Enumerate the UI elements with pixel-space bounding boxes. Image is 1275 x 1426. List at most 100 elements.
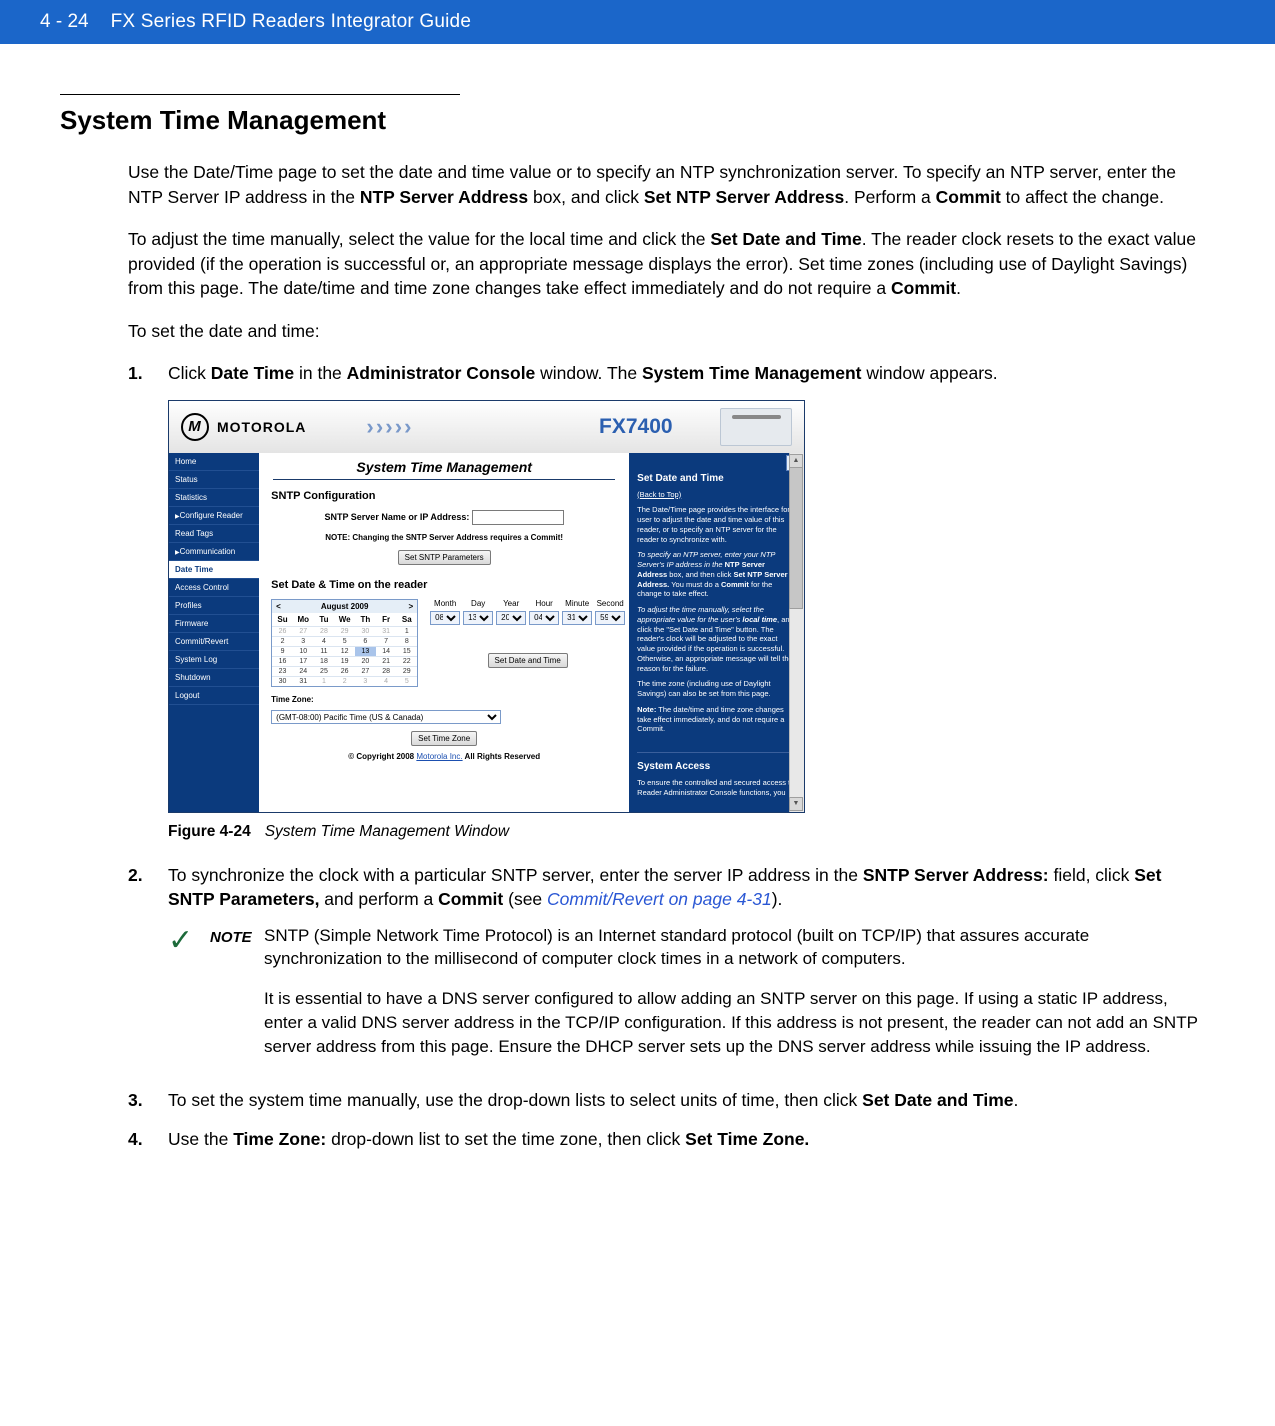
calendar-day[interactable]: 9 <box>272 646 293 656</box>
set-timezone-button[interactable]: Set Time Zone <box>411 731 477 746</box>
calendar-prev-icon[interactable]: < <box>276 602 281 611</box>
sntp-row: SNTP Server Name or IP Address: <box>259 510 629 525</box>
calendar-day[interactable]: 18 <box>314 656 335 666</box>
year-select[interactable]: 2009 <box>496 611 526 625</box>
calendar-day[interactable]: 31 <box>293 676 314 686</box>
nav-item-commit-revert[interactable]: Commit/Revert <box>169 633 259 651</box>
calendar-day[interactable]: 21 <box>376 656 397 666</box>
back-to-top-link[interactable]: (Back to Top) <box>637 490 681 499</box>
set-sntp-button[interactable]: Set SNTP Parameters <box>398 550 491 565</box>
minute-select[interactable]: 31 <box>562 611 592 625</box>
calendar-day[interactable]: 30 <box>355 626 376 636</box>
calendar-day[interactable]: 1 <box>396 626 417 636</box>
calendar-day[interactable]: 7 <box>376 636 397 646</box>
sntp-address-input[interactable] <box>472 510 564 525</box>
step-2: 2. To synchronize the clock with a parti… <box>128 863 1205 1075</box>
month-select[interactable]: 08 <box>430 611 460 625</box>
calendar-day[interactable]: 4 <box>376 676 397 686</box>
nav-item-communication[interactable]: Communication <box>169 543 259 561</box>
calendar-day[interactable]: 26 <box>272 626 293 636</box>
section-title: System Time Management <box>60 105 1205 136</box>
embedded-app-window: M MOTOROLA › › › › › FX7400 HomeStatusSt… <box>168 400 805 813</box>
calendar-day[interactable]: 2 <box>334 676 355 686</box>
calendar-day[interactable]: 27 <box>293 626 314 636</box>
calendar-day[interactable]: 6 <box>355 636 376 646</box>
nav-item-read-tags[interactable]: Read Tags <box>169 525 259 543</box>
help-sys-title: System Access <box>637 752 796 772</box>
calendar-day[interactable]: 15 <box>396 646 417 656</box>
calendar-day[interactable]: 20 <box>355 656 376 666</box>
intro-paragraph-2: To adjust the time manually, select the … <box>128 227 1205 301</box>
scroll-up-icon[interactable]: ▲ <box>789 454 803 468</box>
calendar-day[interactable]: 3 <box>355 676 376 686</box>
calendar-day[interactable]: 30 <box>272 676 293 686</box>
day-select[interactable]: 13 <box>463 611 493 625</box>
calendar-day[interactable]: 22 <box>396 656 417 666</box>
calendar-day[interactable]: 12 <box>334 646 355 656</box>
nav-item-profiles[interactable]: Profiles <box>169 597 259 615</box>
calendar-day[interactable]: 13 <box>355 646 376 656</box>
note-p2: It is essential to have a DNS server con… <box>264 987 1205 1058</box>
calendar-day[interactable]: 14 <box>376 646 397 656</box>
motorola-logo: M MOTOROLA <box>181 413 306 441</box>
calendar-day[interactable]: 28 <box>314 626 335 636</box>
nav-item-statistics[interactable]: Statistics <box>169 489 259 507</box>
nav-item-shutdown[interactable]: Shutdown <box>169 669 259 687</box>
page-number: 4 - 24 <box>40 11 89 33</box>
nav-item-status[interactable]: Status <box>169 471 259 489</box>
calendar-day[interactable]: 27 <box>355 666 376 676</box>
timezone-select[interactable]: (GMT-08:00) Pacific Time (US & Canada) <box>271 710 501 724</box>
scroll-thumb[interactable] <box>789 467 803 609</box>
calendar-day[interactable]: 5 <box>334 636 355 646</box>
nav-item-access-control[interactable]: Access Control <box>169 579 259 597</box>
calendar-day[interactable]: 24 <box>293 666 314 676</box>
nav-item-logout[interactable]: Logout <box>169 687 259 705</box>
calendar-day[interactable]: 1 <box>314 676 335 686</box>
set-date-time-button[interactable]: Set Date and Time <box>488 653 568 668</box>
nav-item-configure-reader[interactable]: Configure Reader <box>169 507 259 525</box>
calendar-day[interactable]: 3 <box>293 636 314 646</box>
scrollbar[interactable]: ▲ ▼ <box>789 453 804 812</box>
help-title: Set Date and Time <box>637 473 796 484</box>
note-label: NOTE <box>210 924 264 1075</box>
nav-item-date-time[interactable]: Date Time <box>169 561 259 579</box>
note-p1: SNTP (Simple Network Time Protocol) is a… <box>264 924 1205 972</box>
calendar-day[interactable]: 16 <box>272 656 293 666</box>
motorola-logo-icon: M <box>181 413 209 441</box>
footer-link[interactable]: Motorola Inc. <box>416 752 462 761</box>
calendar-day[interactable]: 11 <box>314 646 335 656</box>
calendar-day[interactable]: 29 <box>396 666 417 676</box>
calendar-day[interactable]: 4 <box>314 636 335 646</box>
calendar-day[interactable]: 28 <box>376 666 397 676</box>
calendar-day[interactable]: 23 <box>272 666 293 676</box>
calendar-day[interactable]: 25 <box>314 666 335 676</box>
calendar-day[interactable]: 26 <box>334 666 355 676</box>
second-select[interactable]: 59 <box>595 611 625 625</box>
panel-title: System Time Management <box>259 453 629 477</box>
step-3: 3. To set the system time manually, use … <box>128 1088 1205 1113</box>
calendar-next-icon[interactable]: > <box>408 602 413 611</box>
calendar-day[interactable]: 8 <box>396 636 417 646</box>
model-label: FX7400 <box>599 415 673 439</box>
calendar-day[interactable]: 31 <box>376 626 397 636</box>
calendar-day[interactable]: 29 <box>334 626 355 636</box>
calendar-day[interactable]: 19 <box>334 656 355 666</box>
section-rule <box>60 94 460 95</box>
nav-item-system-log[interactable]: System Log <box>169 651 259 669</box>
figure-caption: Figure 4-24System Time Management Window <box>168 823 1205 841</box>
calendar-day[interactable]: 10 <box>293 646 314 656</box>
calendar-day[interactable]: 2 <box>272 636 293 646</box>
nav-item-firmware[interactable]: Firmware <box>169 615 259 633</box>
hour-select[interactable]: 04 <box>529 611 559 625</box>
calendar-day[interactable]: 17 <box>293 656 314 666</box>
calendar-day[interactable]: 5 <box>396 676 417 686</box>
scroll-down-icon[interactable]: ▼ <box>789 797 803 811</box>
chevron-decor-icon: › › › › › <box>366 414 409 440</box>
xref-link[interactable]: Commit/Revert on page 4-31 <box>547 889 772 909</box>
nav-item-home[interactable]: Home <box>169 453 259 471</box>
sntp-note: NOTE: Changing the SNTP Server Address r… <box>259 533 629 542</box>
nav-sidebar: HomeStatusStatisticsConfigure ReaderRead… <box>169 453 259 812</box>
calendar-month-label: August 2009 <box>321 602 369 611</box>
app-header: M MOTOROLA › › › › › FX7400 <box>169 401 804 453</box>
calendar-widget[interactable]: < August 2009 > SuMoTuWeThFrSa 262728293… <box>271 599 418 687</box>
